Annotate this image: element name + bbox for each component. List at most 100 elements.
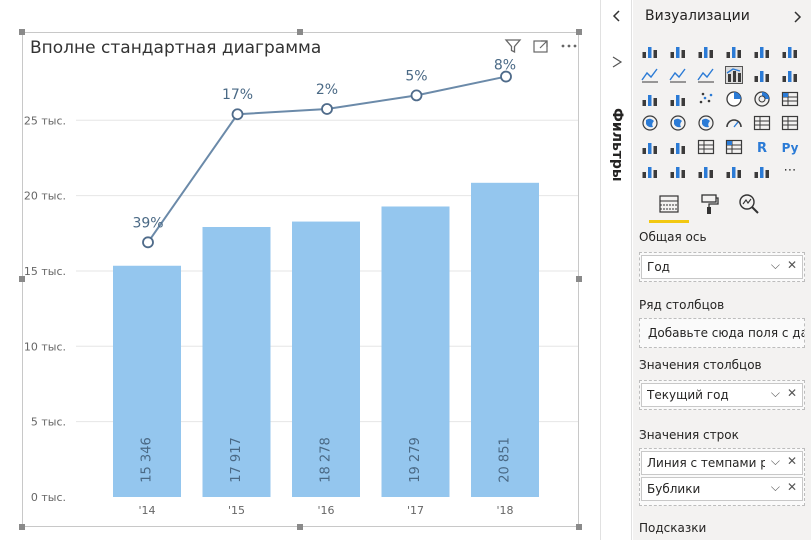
line-marker[interactable]: [142, 236, 154, 249]
kpi-icon[interactable]: [641, 138, 659, 156]
filters-label[interactable]: Фильтры: [609, 108, 625, 182]
donut-icon[interactable]: [753, 90, 771, 108]
smart-narrative-icon[interactable]: [725, 162, 743, 180]
remove-field-icon[interactable]: ✕: [787, 258, 797, 272]
line-marker[interactable]: [231, 108, 244, 121]
waterfall-icon[interactable]: [641, 90, 659, 108]
remove-field-icon[interactable]: ✕: [787, 480, 797, 494]
scatter-icon[interactable]: [697, 90, 715, 108]
collapse-chevron-left-icon[interactable]: [609, 8, 625, 24]
format-paint-roller-icon[interactable]: [695, 190, 723, 218]
column-values-field-name: Текущий год: [647, 388, 729, 402]
fields-tab-icon[interactable]: [655, 190, 683, 218]
line-marker[interactable]: [410, 89, 423, 102]
column-series-placeholder: Добавьте сюда поля с дан...: [648, 326, 804, 340]
shared-axis-field-name: Год: [647, 260, 670, 274]
expand-chevron-right-icon[interactable]: [789, 9, 805, 25]
line-chart-icon[interactable]: [641, 66, 659, 84]
python-visual-icon[interactable]: Py: [781, 138, 799, 156]
line-data-label: 39%: [132, 215, 163, 231]
stacked-column-icon[interactable]: [669, 42, 687, 60]
100-stacked-bar-icon[interactable]: [753, 42, 771, 60]
visualizations-pane: Визуализации RPy⋯ Общая ось Год ⌵ ✕ Ря: [633, 0, 811, 540]
y-tick-label: 15 тыс.: [24, 265, 66, 278]
y-tick-label: 5 тыс.: [31, 416, 66, 429]
slicer-icon[interactable]: [669, 138, 687, 156]
filters-pane-collapsed[interactable]: Фильтры: [600, 0, 632, 540]
chevron-down-icon[interactable]: ⌵: [771, 454, 780, 469]
line-data-label: 2%: [316, 82, 338, 98]
key-influencers-icon[interactable]: [641, 162, 659, 180]
shape-map-icon[interactable]: [697, 114, 715, 132]
analytics-magnifier-icon[interactable]: [735, 190, 763, 218]
funnel-icon[interactable]: [669, 90, 687, 108]
combo-chart[interactable]: 0 тыс. 5 тыс. 10 тыс. 15 тыс. 20 тыс. 25 тыс.…: [0, 0, 600, 540]
chevron-down-icon[interactable]: ⌵: [771, 258, 780, 273]
gauge-icon[interactable]: [725, 114, 743, 132]
growth-line[interactable]: [147, 75, 507, 243]
x-tick-label: '14: [138, 504, 155, 517]
svg-text:Py: Py: [782, 141, 799, 155]
bar-data-label: 18 278: [319, 437, 334, 483]
line-values-label: Значения строк: [639, 428, 739, 442]
table-icon[interactable]: [697, 138, 715, 156]
line-stacked-column-icon[interactable]: [753, 66, 771, 84]
shared-axis-label: Общая ось: [639, 230, 707, 244]
visualization-gallery: R Py ⋯: [641, 42, 805, 182]
line-values-field-name-2: Бублики: [647, 482, 701, 496]
matrix-icon[interactable]: [725, 138, 743, 156]
tooltips-label: Подсказки: [639, 521, 707, 535]
column-values-field-pill[interactable]: Текущий год ⌵ ✕: [641, 383, 803, 407]
filled-map-icon[interactable]: [669, 114, 687, 132]
100-stacked-column-icon[interactable]: [781, 42, 799, 60]
column-series-well[interactable]: Добавьте сюда поля с дан...: [639, 318, 805, 348]
x-tick-label: '18: [496, 504, 513, 517]
column-series-label: Ряд столбцов: [639, 298, 725, 312]
line-values-field-pill-2[interactable]: Бублики ⌵ ✕: [641, 477, 803, 501]
bar-data-label: 15 346: [140, 437, 155, 483]
active-tab-indicator: [649, 220, 689, 223]
power-apps-icon[interactable]: [753, 162, 771, 180]
multi-row-card-icon[interactable]: [781, 114, 799, 132]
line-marker[interactable]: [321, 103, 333, 115]
remove-field-icon[interactable]: ✕: [787, 454, 797, 468]
shared-axis-field-pill[interactable]: Год ⌵ ✕: [641, 255, 803, 279]
r-visual-icon[interactable]: R: [753, 138, 771, 156]
ribbon-chart-icon[interactable]: [781, 66, 799, 84]
bar-data-label: 17 917: [229, 437, 244, 483]
svg-text:R: R: [757, 141, 767, 156]
treemap-icon[interactable]: [781, 90, 799, 108]
svg-text:⋯: ⋯: [784, 163, 797, 178]
funnel-small-icon: [612, 56, 623, 68]
bar-data-label: 20 851: [498, 437, 513, 483]
chevron-down-icon[interactable]: ⌵: [771, 480, 780, 495]
chevron-down-icon[interactable]: ⌵: [771, 386, 780, 401]
column-values-label: Значения столбцов: [639, 358, 762, 372]
stacked-area-icon[interactable]: [697, 66, 715, 84]
visualizations-title: Визуализации: [645, 8, 750, 24]
bar-data-label: 19 279: [408, 437, 423, 483]
area-chart-icon[interactable]: [669, 66, 687, 84]
y-tick-label: 10 тыс.: [24, 340, 66, 353]
decomposition-tree-icon[interactable]: [669, 162, 687, 180]
remove-field-icon[interactable]: ✕: [787, 386, 797, 400]
x-tick-label: '17: [407, 504, 424, 517]
line-data-label: 5%: [405, 68, 427, 84]
more-visuals-icon[interactable]: ⋯: [781, 162, 799, 180]
y-tick-label: 0 тыс.: [31, 491, 66, 504]
line-data-label: 17%: [222, 87, 253, 103]
y-tick-label: 25 тыс.: [24, 114, 66, 127]
card-icon[interactable]: [753, 114, 771, 132]
qa-icon[interactable]: [697, 162, 715, 180]
clustered-bar-icon[interactable]: [697, 42, 715, 60]
stacked-bar-icon[interactable]: [641, 42, 659, 60]
y-tick-label: 20 тыс.: [24, 190, 66, 203]
line-values-field-name-1: Линия с темпами роста: [647, 456, 765, 470]
line-data-label: 8%: [494, 58, 516, 74]
clustered-column-icon[interactable]: [725, 42, 743, 60]
map-icon[interactable]: [641, 114, 659, 132]
pie-icon[interactable]: [725, 90, 743, 108]
line-values-field-pill-1[interactable]: Линия с темпами роста ⌵ ✕: [641, 451, 803, 475]
report-canvas: Вполне стандартная диаграмма 0 тыс. 5 тыс…: [0, 0, 600, 540]
line-clustered-column-icon[interactable]: [725, 66, 743, 84]
